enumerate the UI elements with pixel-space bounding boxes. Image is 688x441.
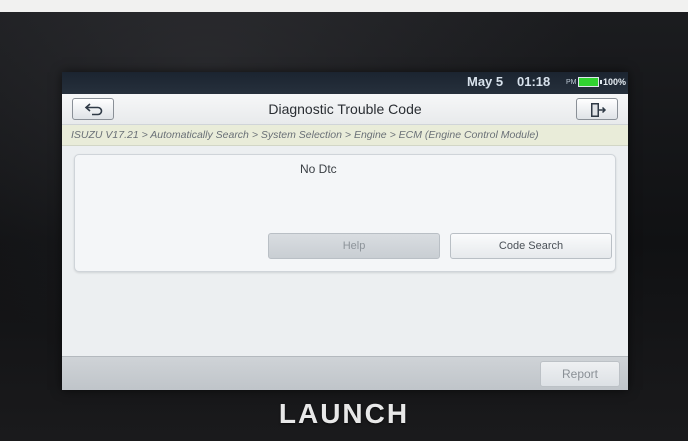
page-title: Diagnostic Trouble Code bbox=[268, 101, 422, 117]
status-bar: May 5 01:18 PM 100% bbox=[62, 72, 628, 94]
report-button[interactable]: Report bbox=[540, 361, 620, 387]
device-screen: May 5 01:18 PM 100% Diagnostic Trouble C… bbox=[62, 72, 628, 390]
help-button[interactable]: Help bbox=[268, 233, 440, 259]
code-search-button[interactable]: Code Search bbox=[450, 233, 612, 259]
breadcrumb: ISUZU V17.21 > Automatically Search > Sy… bbox=[62, 125, 628, 146]
dtc-result-panel: No Dtc Help Code Search bbox=[74, 154, 616, 272]
no-dtc-message: No Dtc bbox=[300, 162, 337, 176]
background-wall bbox=[0, 0, 688, 12]
status-time: 01:18 bbox=[517, 74, 551, 89]
exit-door-icon bbox=[591, 103, 607, 117]
exit-button[interactable] bbox=[576, 98, 618, 120]
bottom-toolbar: Report bbox=[62, 356, 628, 390]
title-bar: Diagnostic Trouble Code bbox=[62, 94, 628, 125]
breadcrumb-path: ISUZU V17.21 > Automatically Search > Sy… bbox=[71, 129, 539, 141]
battery-percent: 100% bbox=[603, 77, 627, 87]
device-brand-logo: LAUNCH bbox=[278, 398, 410, 429]
status-date: May 5 bbox=[467, 74, 504, 89]
battery-icon bbox=[578, 77, 602, 87]
status-ampm: PM bbox=[566, 79, 577, 86]
